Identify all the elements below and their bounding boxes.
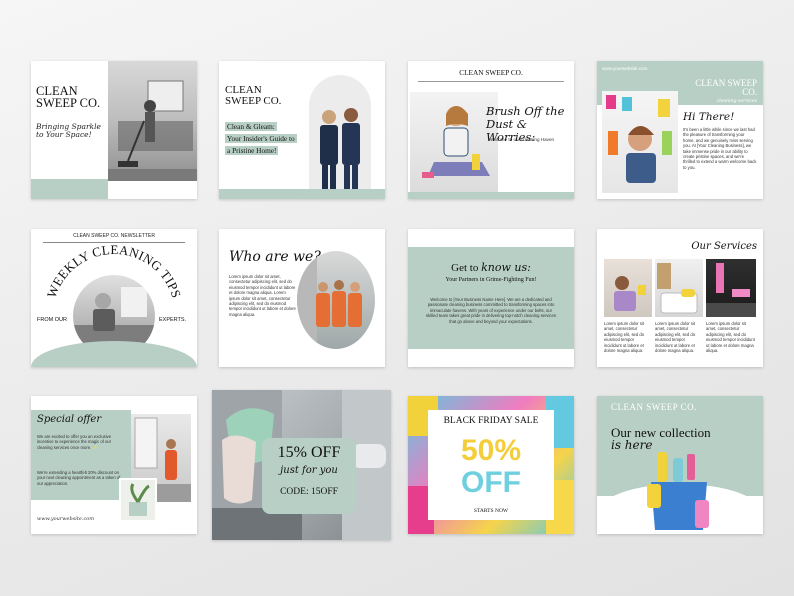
divider [418, 81, 564, 82]
section-title: Get to know us: [451, 261, 531, 274]
sale-percent: 50% [460, 434, 522, 467]
newsletter-header: CLEAN SWEEP CO. NEWSLETTER [73, 233, 155, 239]
brand-title: CLEAN SWEEP CO. [225, 84, 282, 107]
website-text: www.yourwebsite.com [602, 66, 648, 71]
brand-header: CLEAN SWEEP CO. [611, 402, 697, 412]
template-card-8[interactable]: Our Services Lorem ipsum dolor sit amet,… [597, 229, 763, 367]
service-text-1: Lorem ipsum dolor sit amet, consectetur … [604, 321, 645, 354]
welcome-text: Welcome to our Cleaning Haven [488, 137, 555, 142]
guide-lines: Clean & Gleam: Your Insider's Guide to a… [225, 122, 297, 155]
service-photo-3 [706, 259, 756, 317]
service-text-2: Lorem ipsum dolor sit amet, consectetur … [655, 321, 696, 354]
template-card-12[interactable]: CLEAN SWEEP CO. Our new collection is he… [597, 396, 763, 534]
sale-start: STARTS NOW [473, 508, 509, 514]
template-card-5[interactable]: CLEAN SWEEP CO. NEWSLETTER WEEKLY CLEANI… [31, 229, 197, 367]
template-card-3[interactable]: CLEAN SWEEP CO. Brush Off the Dust & Wor… [408, 61, 574, 199]
template-card-1[interactable]: CLEAN SWEEP CO. Bringing Sparkle to Your… [31, 61, 197, 199]
service-photo-2 [655, 259, 703, 317]
plant-photo [119, 478, 157, 522]
template-card-10[interactable]: 15% OFF just for you CODE: 15OFF [212, 390, 391, 540]
brand-title: CLEAN SWEEP CO. [36, 84, 101, 110]
service-photo-1 [604, 259, 652, 317]
discount-text: We're extending a heartfelt 20% discount… [37, 470, 121, 486]
template-card-11[interactable]: BLACK FRIDAY SALE 50% OFF STARTS NOW [408, 396, 574, 534]
brand-title: CLEAN SWEEP CO. [695, 78, 757, 97]
sage-band [31, 179, 108, 199]
greeting: Hi There! [683, 111, 735, 123]
from-label: FROM OUR [37, 317, 67, 323]
template-card-2[interactable]: CLEAN SWEEP CO. Clean & Gleam: Your Insi… [219, 61, 385, 199]
offer-text: We are excited to offer you an exclusive… [37, 434, 112, 450]
tagline: Bringing Sparkle to Your Space! [36, 122, 101, 139]
website-text: www.yourwebsite.com [37, 516, 94, 522]
promo-code: CODE: 15OFF [280, 487, 338, 497]
discount-headline: 15% OFF [277, 444, 341, 461]
woman-photo [410, 92, 498, 192]
body-text: It's been a little while since we last h… [683, 127, 757, 170]
section-title: Who are we? [229, 249, 321, 265]
template-card-4[interactable]: www.yourwebsite.com CLEAN SWEEP CO. clea… [597, 61, 763, 199]
sale-off: OFF [461, 466, 521, 499]
sale-title: BLACK FRIDAY SALE [443, 416, 539, 426]
team-photo [309, 75, 371, 189]
body-text: Welcome to [Your Business Name Here]. We… [426, 297, 556, 324]
service-text-3: Lorem ipsum dolor sit amet, consectetur … [706, 321, 755, 354]
woman-cleaning-photo [602, 91, 678, 193]
template-card-7[interactable]: Get to know us: Your Partners in Grime-F… [408, 229, 574, 367]
template-card-6[interactable]: Who are we? Lorem ipsum dolor sit amet, … [219, 229, 385, 367]
subtitle: Your Partners in Grime-Fighting Fun! [445, 277, 537, 283]
cleaning-caddy-illustration [647, 452, 709, 530]
subtitle: cleaning services [716, 99, 757, 104]
vacuum-photo [108, 61, 197, 181]
sage-band [408, 192, 574, 199]
brand-header: CLEAN SWEEP CO. [459, 68, 523, 77]
sage-band [219, 189, 385, 199]
experts-label: EXPERTS. [159, 317, 187, 323]
section-title: Special offer [37, 414, 102, 425]
body-text: Lorem ipsum dolor sit amet, consectetur … [229, 274, 296, 317]
section-title: Our Services [691, 241, 757, 252]
discount-subline: just for you [280, 465, 338, 476]
template-card-9[interactable]: Special offer We are excited to offer yo… [31, 396, 197, 534]
team-oval-photo [297, 251, 375, 349]
